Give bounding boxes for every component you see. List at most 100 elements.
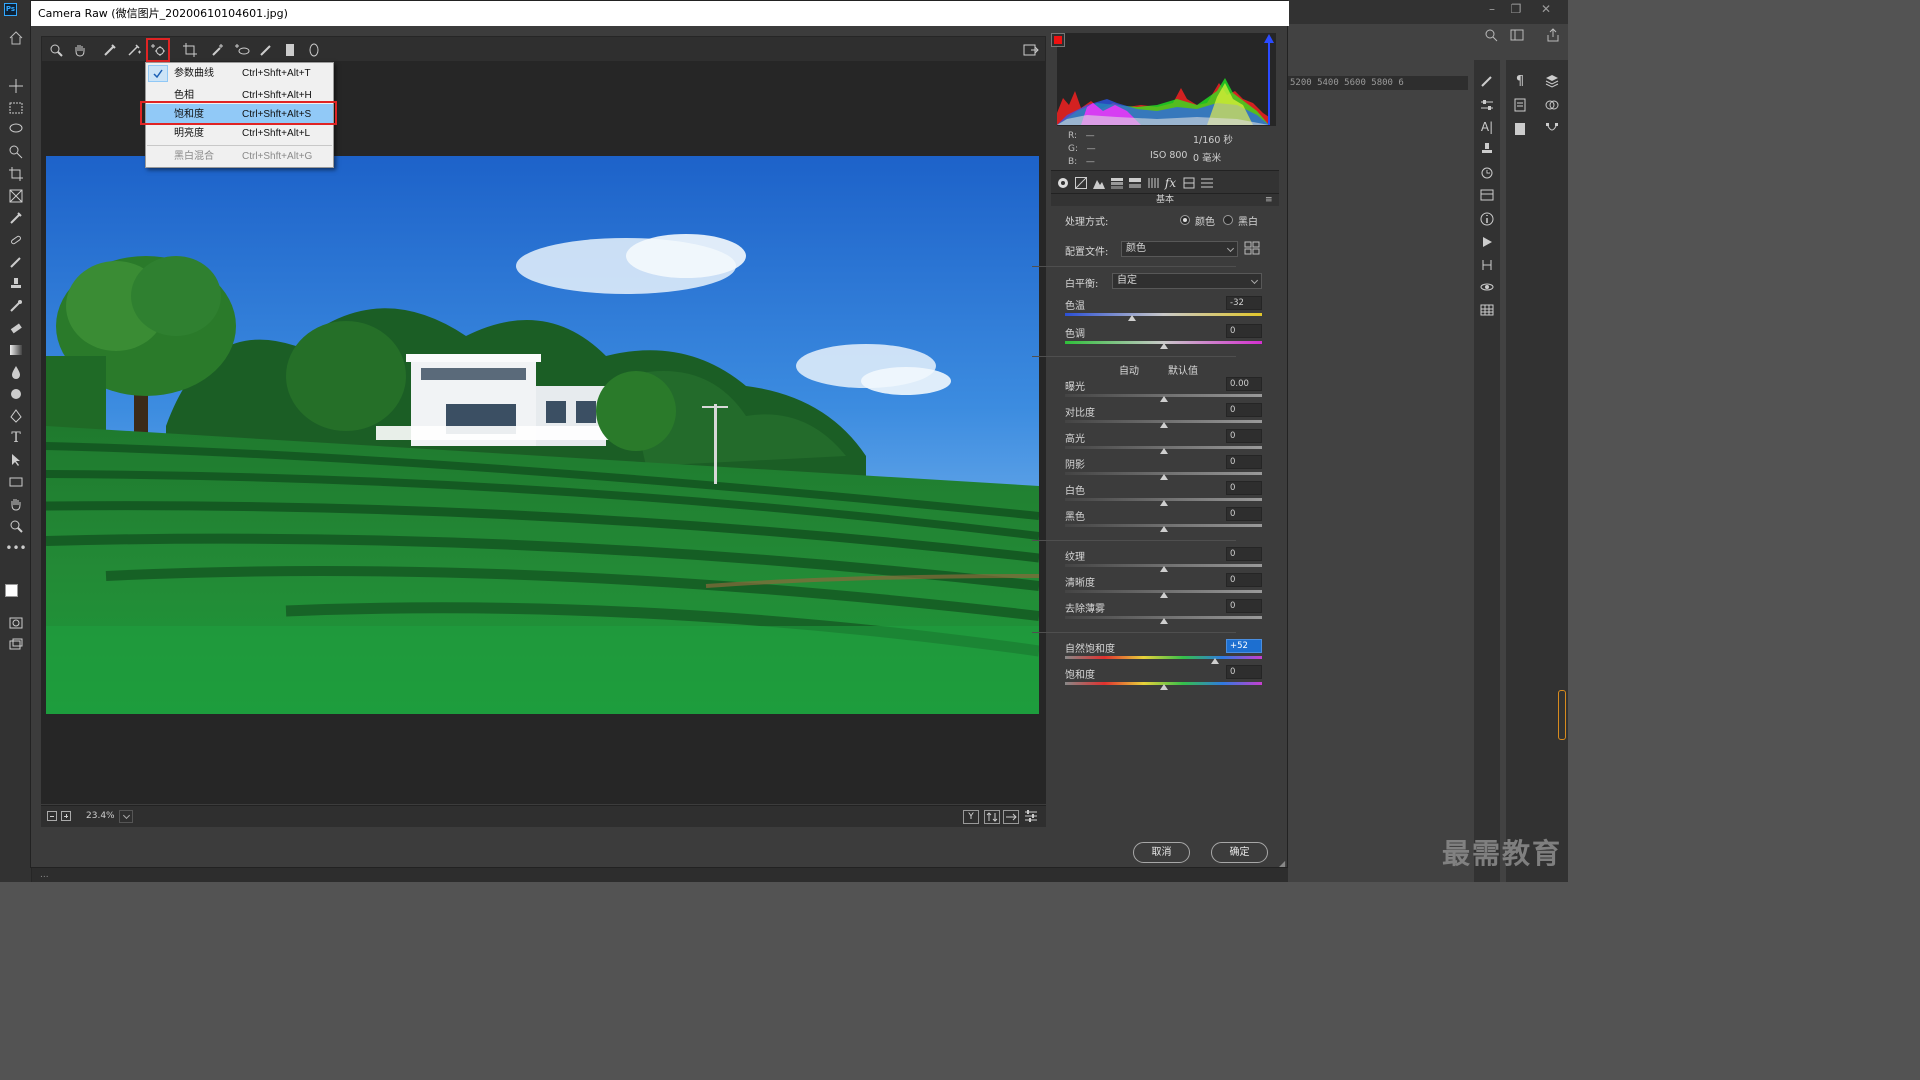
shadow-clipping-warning-icon[interactable]	[1051, 33, 1065, 47]
tone-curve-tab-icon[interactable]	[1073, 175, 1088, 190]
white-balance-select[interactable]: 自定	[1112, 273, 1262, 289]
temp-slider-thumb[interactable]	[1127, 315, 1136, 321]
zoom-in-button[interactable]	[61, 811, 71, 821]
temp-value-field[interactable]: -32	[1226, 296, 1262, 310]
clarity-slider-thumb[interactable]	[1159, 592, 1168, 598]
graduated-filter-icon[interactable]	[280, 40, 300, 60]
highlight-clipping-warning-icon[interactable]	[1263, 33, 1277, 47]
paragraph-icon[interactable]: ¶	[1511, 72, 1529, 90]
hand-tool-icon[interactable]	[70, 40, 90, 60]
vibrance-value-field[interactable]: +52	[1226, 639, 1262, 653]
pen-tool-icon[interactable]	[7, 407, 25, 425]
highlights-slider-thumb[interactable]	[1159, 448, 1168, 454]
calibration-tab-icon[interactable]	[1181, 175, 1196, 190]
effects-tab-icon[interactable]: fx	[1163, 175, 1178, 190]
home-icon[interactable]	[7, 29, 25, 47]
layers-icon[interactable]	[1543, 72, 1561, 90]
default-button[interactable]: 默认值	[1168, 362, 1198, 377]
white-balance-tool-icon[interactable]	[100, 40, 120, 60]
dodge-tool-icon[interactable]	[7, 385, 25, 403]
brush-tool-icon[interactable]	[7, 253, 25, 271]
texture-slider-thumb[interactable]	[1159, 566, 1168, 572]
type-tool-icon[interactable]: T	[7, 429, 25, 447]
eyedropper-tool-icon[interactable]	[7, 209, 25, 227]
frame-tool-icon[interactable]	[7, 187, 25, 205]
split-toning-tab-icon[interactable]	[1127, 175, 1142, 190]
3d-icon[interactable]	[1478, 278, 1496, 296]
table-icon[interactable]	[1478, 301, 1496, 319]
dehaze-slider-thumb[interactable]	[1159, 618, 1168, 624]
lens-tab-icon[interactable]	[1145, 175, 1160, 190]
menu-item-parametric-curve[interactable]: 参数曲线 Ctrl+Shft+Alt+T	[146, 63, 333, 84]
spot-removal-tool-icon[interactable]	[208, 40, 228, 60]
dehaze-value-field[interactable]: 0	[1226, 599, 1262, 613]
photo-preview[interactable]	[46, 156, 1039, 714]
vibrance-slider-track[interactable]	[1065, 656, 1262, 659]
highlights-value-field[interactable]: 0	[1226, 429, 1262, 443]
resize-grip-icon[interactable]: ◢	[1279, 859, 1285, 868]
path-nodes-icon[interactable]	[1543, 120, 1561, 138]
targeted-adjustment-tool-icon[interactable]	[146, 38, 170, 62]
before-after-toggle[interactable]: Y	[963, 810, 979, 824]
eraser-tool-icon[interactable]	[7, 319, 25, 337]
character-icon[interactable]: A|	[1478, 118, 1496, 136]
blacks-slider-thumb[interactable]	[1159, 526, 1168, 532]
treatment-color-radio[interactable]	[1180, 215, 1190, 225]
history-icon[interactable]	[1478, 164, 1496, 182]
basic-tab-icon[interactable]	[1055, 175, 1070, 190]
panel-menu-icon[interactable]: ≡	[1265, 195, 1273, 205]
temp-slider-track[interactable]	[1065, 313, 1262, 316]
vibrance-slider-thumb[interactable]	[1210, 658, 1219, 664]
whites-value-field[interactable]: 0	[1226, 481, 1262, 495]
whites-slider-thumb[interactable]	[1159, 500, 1168, 506]
stamp-tool-icon[interactable]	[7, 275, 25, 293]
contrast-value-field[interactable]: 0	[1226, 403, 1262, 417]
image-preview-area[interactable]	[41, 62, 1046, 804]
cancel-button[interactable]: 取消	[1133, 842, 1190, 863]
more-tools-icon[interactable]: •••	[5, 539, 26, 557]
open-preferences-icon[interactable]	[1021, 40, 1041, 60]
copy-settings-icon[interactable]	[1003, 810, 1019, 824]
clarity-value-field[interactable]: 0	[1226, 573, 1262, 587]
gradient-tool-icon[interactable]	[7, 341, 25, 359]
screen-mode-icon[interactable]	[7, 636, 25, 654]
zoom-tool-icon[interactable]	[7, 517, 25, 535]
texture-value-field[interactable]: 0	[1226, 547, 1262, 561]
rectangle-tool-icon[interactable]	[7, 473, 25, 491]
marquee-tool-icon[interactable]	[7, 99, 25, 117]
blur-tool-icon[interactable]	[7, 363, 25, 381]
blacks-value-field[interactable]: 0	[1226, 507, 1262, 521]
red-eye-tool-icon[interactable]	[232, 40, 252, 60]
zoom-out-button[interactable]	[47, 811, 57, 821]
tint-slider-thumb[interactable]	[1159, 343, 1168, 349]
exposure-slider-thumb[interactable]	[1159, 396, 1168, 402]
radial-filter-icon[interactable]	[304, 40, 324, 60]
profile-browser-icon[interactable]	[1244, 241, 1260, 255]
shadows-slider-thumb[interactable]	[1159, 474, 1168, 480]
clone-source-icon[interactable]	[1478, 140, 1496, 158]
detail-tab-icon[interactable]	[1091, 175, 1106, 190]
brush-settings-icon[interactable]	[1478, 72, 1496, 90]
shadows-value-field[interactable]: 0	[1226, 455, 1262, 469]
history-brush-icon[interactable]	[7, 297, 25, 315]
info-icon[interactable]	[1478, 210, 1496, 228]
share-icon[interactable]	[1546, 28, 1560, 42]
treatment-bw-radio[interactable]	[1223, 215, 1233, 225]
paths-icon[interactable]	[1478, 256, 1496, 274]
color-sampler-tool-icon[interactable]	[124, 40, 144, 60]
path-select-tool-icon[interactable]	[7, 451, 25, 469]
adjustment-brush-icon[interactable]	[256, 40, 276, 60]
tint-value-field[interactable]: 0	[1226, 324, 1262, 338]
search-icon[interactable]	[1484, 28, 1498, 42]
hsl-tab-icon[interactable]	[1109, 175, 1124, 190]
saturation-slider-thumb[interactable]	[1159, 684, 1168, 690]
hand-tool-icon[interactable]	[7, 495, 25, 513]
crop-tool-icon[interactable]	[7, 165, 25, 183]
menu-item-bw-mix[interactable]: 黑白混合 Ctrl+Shft+Alt+G	[146, 146, 333, 167]
auto-button[interactable]: 自动	[1119, 362, 1139, 377]
close-window-icon[interactable]: ✕	[1537, 2, 1555, 16]
exposure-value-field[interactable]: 0.00	[1226, 377, 1262, 391]
zoom-tool-icon[interactable]	[46, 40, 66, 60]
channels-icon[interactable]	[1543, 96, 1561, 114]
zoom-dropdown-button[interactable]	[119, 810, 133, 823]
